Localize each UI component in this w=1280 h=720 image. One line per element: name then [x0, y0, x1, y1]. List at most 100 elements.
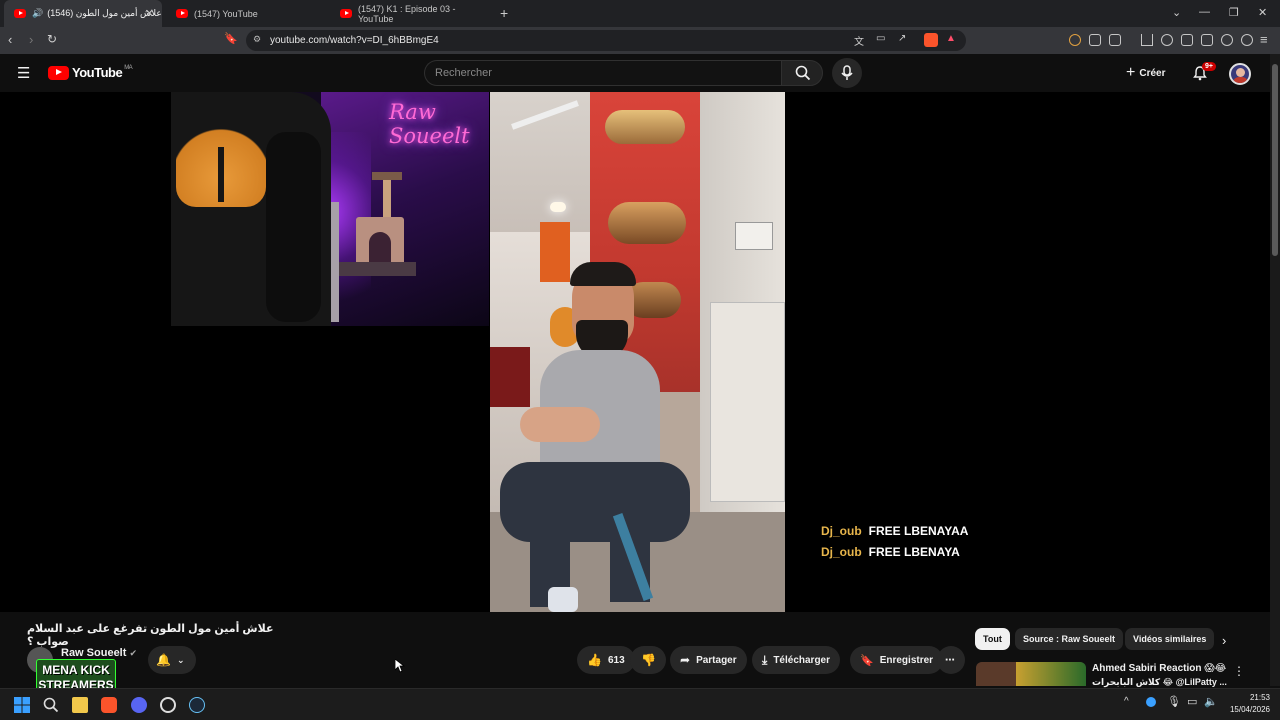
discord-icon[interactable]	[131, 697, 147, 713]
new-tab-button[interactable]: +	[500, 5, 508, 21]
microphone-icon	[841, 65, 853, 80]
chat-username: Dj_oub	[821, 524, 862, 538]
volume-icon[interactable]: 🔈	[1204, 695, 1218, 708]
chip-all[interactable]: Tout	[975, 628, 1010, 650]
brave-browser-icon[interactable]	[101, 697, 117, 713]
chat-username: Dj_oub	[821, 545, 862, 559]
recommended-video-title[interactable]: Ahmed Sabiri Reaction 😱😂	[1092, 663, 1226, 674]
search-button[interactable]	[781, 60, 823, 86]
more-horizontal-icon: ⋯	[945, 654, 955, 666]
tab-youtube-home[interactable]: (1547) YouTube	[166, 0, 326, 27]
microphone-tray-icon[interactable]: 🎙	[1167, 695, 1181, 708]
menu-icon[interactable]: ≡	[1260, 32, 1268, 47]
create-label: Créer	[1139, 67, 1166, 79]
channel-name[interactable]: Raw Soueelt ✔	[61, 647, 137, 659]
video-options-icon[interactable]: ⋮	[1233, 664, 1245, 678]
chip-similar-videos[interactable]: Vidéos similaires	[1125, 628, 1215, 650]
windows-start-icon[interactable]	[14, 697, 30, 713]
reload-button[interactable]: ↻	[47, 32, 57, 46]
verified-check-icon: ✔	[129, 648, 138, 658]
chip-next-chevron-icon[interactable]: ›	[1222, 633, 1226, 648]
tab-label: (1547) YouTube	[194, 8, 258, 19]
hamburger-menu-icon[interactable]: ☰	[17, 64, 30, 82]
maximize-button[interactable]: ❐	[1229, 6, 1239, 19]
share-arrow-icon: ➦	[680, 653, 691, 667]
chat-text: FREE LBENAYA	[868, 545, 960, 559]
brave-rewards-icon[interactable]: ▲	[946, 33, 956, 44]
downloads-icon[interactable]	[1141, 34, 1153, 46]
thumbs-down-icon: 👎	[641, 653, 656, 667]
youtube-favicon-icon	[14, 9, 26, 18]
bell-icon: 🔔	[156, 653, 171, 667]
chat-message: Dj_oub FREE LBENAYA	[821, 545, 960, 559]
scrollbar-thumb[interactable]	[1272, 64, 1278, 256]
tab-active-video[interactable]: 🔊 (1546) علاش أمين مول الطون ✕	[4, 0, 162, 27]
like-button[interactable]: 👍 613	[577, 646, 635, 674]
onedrive-icon[interactable]	[1146, 697, 1156, 707]
screenshot-icon[interactable]	[1109, 34, 1121, 46]
search-input[interactable]: Rechercher	[424, 60, 781, 86]
browser-toolbar: ‹ › ↻ 🔖 ⚙ youtube.com/watch?v=DI_6hBBmgE…	[0, 27, 1280, 54]
clock-time: 21:53	[1249, 693, 1270, 702]
windows-taskbar: ^ 🎙 ▭ 🔈	[0, 688, 1280, 720]
leo-ai-icon[interactable]	[1221, 34, 1233, 46]
voice-search-button[interactable]	[832, 58, 862, 88]
bookmark-icon[interactable]: 🔖	[224, 32, 238, 45]
share-label: Partager	[696, 654, 737, 666]
back-button[interactable]: ‹	[8, 32, 12, 47]
taskbar-search-icon[interactable]	[43, 697, 59, 713]
cast-icon[interactable]: ▭	[876, 33, 885, 44]
tab-k1-episode[interactable]: (1547) K1 : Episode 03 - YouTube	[330, 0, 490, 27]
clock-date: 15/04/2026	[1229, 705, 1270, 714]
app-icon[interactable]	[160, 697, 176, 713]
url-text: youtube.com/watch?v=DI_6hBBmgE4	[270, 35, 439, 46]
file-explorer-icon[interactable]	[72, 697, 88, 713]
channel-name-text: Raw Soueelt	[61, 647, 127, 659]
show-hidden-icons-chevron-icon[interactable]: ^	[1124, 696, 1129, 707]
system-clock[interactable]: 21:53 15/04/2026	[1226, 692, 1270, 716]
account-avatar[interactable]	[1229, 63, 1251, 85]
save-button[interactable]: 🔖 Enregistrer	[850, 646, 944, 674]
more-actions-button[interactable]: ⋯	[937, 646, 965, 674]
notification-count-badge: 9+	[1202, 62, 1216, 71]
share-page-icon[interactable]: ↗	[898, 33, 906, 44]
like-count: 613	[607, 654, 625, 666]
brave-shield-icon[interactable]	[924, 33, 938, 47]
recommended-video-thumbnail[interactable]	[976, 662, 1086, 686]
close-window-button[interactable]: ✕	[1258, 6, 1267, 19]
logo-text: YouTube	[72, 65, 123, 80]
puzzle-icon[interactable]	[1089, 34, 1101, 46]
wallet-icon[interactable]	[1201, 34, 1213, 46]
create-button[interactable]: + Créer	[1126, 63, 1165, 83]
site-settings-icon[interactable]: ⚙	[253, 34, 261, 45]
youtube-logo[interactable]: YouTube MA	[48, 65, 133, 80]
steam-icon[interactable]	[189, 697, 205, 713]
chat-message: Dj_oub FREE LBENAYAA	[821, 524, 968, 538]
music-icon[interactable]	[1161, 34, 1173, 46]
save-label: Enregistrer	[879, 654, 934, 666]
bookmark-save-icon: 🔖	[860, 654, 874, 667]
mouse-cursor-icon	[395, 659, 405, 673]
download-icon: ⤓	[762, 652, 768, 667]
address-bar[interactable]: ⚙ youtube.com/watch?v=DI_6hBBmgE4 文 ▭ ↗ …	[246, 30, 966, 51]
sidebar-icon[interactable]	[1181, 34, 1193, 46]
street-interview-video	[490, 92, 785, 612]
download-button[interactable]: ⤓ Télécharger	[752, 646, 841, 674]
share-button[interactable]: ➦ Partager	[670, 646, 747, 674]
translate-icon[interactable]: 文	[854, 33, 864, 48]
search-icon	[795, 65, 811, 81]
minimize-button[interactable]: —	[1199, 6, 1210, 18]
extension-icon[interactable]	[1069, 34, 1081, 46]
thumbs-up-icon: 👍	[587, 653, 602, 667]
subscription-bell-button[interactable]: 🔔 ⌄	[148, 646, 196, 674]
youtube-favicon-icon	[176, 9, 188, 18]
forward-button[interactable]: ›	[29, 32, 33, 47]
close-icon[interactable]: ✕	[145, 7, 154, 20]
vpn-icon[interactable]	[1241, 34, 1253, 46]
neon-sign: Raw Soueelt	[389, 100, 470, 148]
download-label: Télécharger	[773, 654, 831, 666]
chip-source[interactable]: Source : Raw Soueelt	[1015, 628, 1124, 650]
network-icon[interactable]: ▭	[1187, 695, 1197, 708]
dislike-button[interactable]: 👎	[630, 646, 666, 674]
tab-search-chevron-icon[interactable]: ⌄	[1172, 6, 1181, 19]
